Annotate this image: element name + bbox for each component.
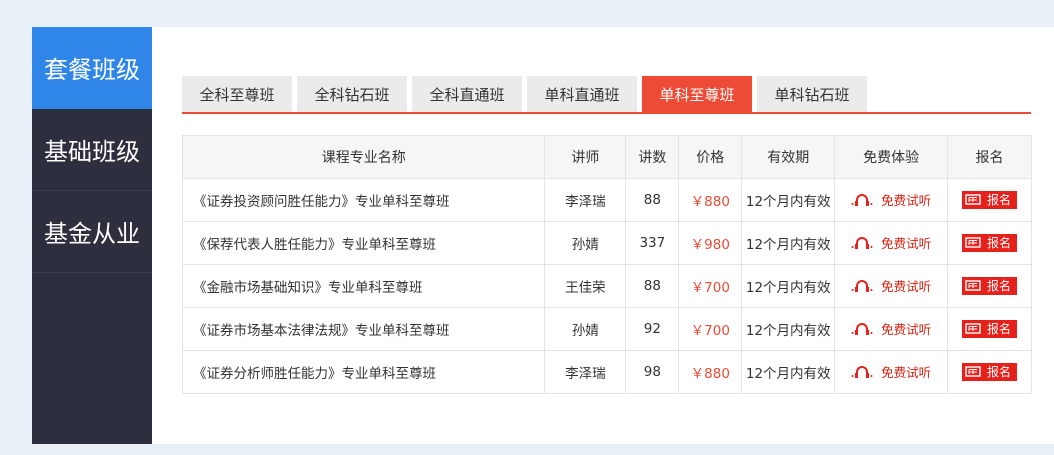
free-trial-button[interactable]: 免费试听	[851, 319, 931, 338]
free-trial-cell: 免费试听	[834, 264, 949, 308]
validity: 12个月内有效	[741, 178, 836, 222]
free-trial-cell: 免费试听	[834, 307, 949, 351]
teacher: 李泽瑞	[544, 178, 627, 222]
sidebar-item-package-classes[interactable]: 套餐班级	[32, 27, 152, 109]
lecture-count: 92	[625, 307, 680, 351]
headphones-icon	[851, 237, 873, 250]
course-name: 《保荐代表人胜任能力》专业单科至尊班	[181, 221, 546, 265]
tab-single-subject-supreme[interactable]: 单科至尊班	[642, 76, 752, 112]
signup-button[interactable]: 报名	[962, 276, 1018, 295]
headphones-icon	[851, 280, 873, 293]
tab-all-subjects-express[interactable]: 全科直通班	[412, 76, 522, 112]
signup-button[interactable]: 报名	[962, 233, 1018, 252]
table-row: 《金融市场基础知识》专业单科至尊班 王佳荣 88 ￥700 12个月内有效 免费…	[181, 264, 1032, 308]
free-trial-button[interactable]: 免费试听	[851, 276, 931, 295]
table-row: 《证券投资顾问胜任能力》专业单科至尊班 李泽瑞 88 ￥880 12个月内有效 …	[181, 178, 1032, 222]
main-panel: 全科至尊班 全科钻石班 全科直通班 单科直通班 单科至尊班 单科钻石班 课程专业…	[152, 27, 1054, 444]
free-trial-label: 免费试听	[881, 364, 932, 380]
free-trial-button[interactable]: 免费试听	[851, 362, 931, 381]
header-course-name: 课程专业名称	[181, 135, 546, 179]
course-name: 《金融市场基础知识》专业单科至尊班	[181, 264, 546, 308]
header-validity: 有效期	[741, 135, 836, 179]
sidebar: 套餐班级 基础班级 基金从业	[32, 27, 152, 444]
signup-label: 报名	[987, 193, 1012, 207]
teacher: 孙婧	[544, 221, 627, 265]
header-signup: 报名	[947, 135, 1032, 179]
free-trial-button[interactable]: 免费试听	[851, 190, 931, 209]
cart-icon	[965, 236, 981, 248]
table-row: 《保荐代表人胜任能力》专业单科至尊班 孙婧 337 ￥980 12个月内有效 免…	[181, 221, 1032, 265]
cart-icon	[965, 279, 981, 291]
headphones-icon	[851, 194, 873, 207]
course-name: 《证券分析师胜任能力》专业单科至尊班	[181, 350, 546, 394]
signup-label: 报名	[987, 236, 1012, 250]
cart-icon	[965, 365, 981, 377]
free-trial-label: 免费试听	[881, 192, 932, 208]
course-name: 《证券投资顾问胜任能力》专业单科至尊班	[181, 178, 546, 222]
headphones-icon	[851, 323, 873, 336]
header-free-trial: 免费体验	[834, 135, 949, 179]
tab-single-subject-diamond[interactable]: 单科钻石班	[757, 76, 867, 112]
lecture-count: 337	[625, 221, 680, 265]
signup-button[interactable]: 报名	[962, 190, 1018, 209]
table-row: 《证券分析师胜任能力》专业单科至尊班 李泽瑞 98 ￥880 12个月内有效 免…	[181, 350, 1032, 394]
teacher: 孙婧	[544, 307, 627, 351]
header-teacher: 讲师	[544, 135, 627, 179]
validity: 12个月内有效	[741, 307, 836, 351]
validity: 12个月内有效	[741, 221, 836, 265]
headphones-icon	[851, 366, 873, 379]
free-trial-cell: 免费试听	[834, 178, 949, 222]
tab-bar: 全科至尊班 全科钻石班 全科直通班 单科直通班 单科至尊班 单科钻石班	[182, 76, 1031, 114]
header-price: 价格	[678, 135, 743, 179]
price: ￥880	[678, 178, 743, 222]
free-trial-label: 免费试听	[881, 278, 932, 294]
table-header-row: 课程专业名称 讲师 讲数 价格 有效期 免费体验 报名	[181, 135, 1032, 179]
signup-cell: 报名	[947, 264, 1032, 308]
header-lectures: 讲数	[625, 135, 680, 179]
signup-label: 报名	[987, 279, 1012, 293]
free-trial-label: 免费试听	[881, 321, 932, 337]
teacher: 王佳荣	[544, 264, 627, 308]
free-trial-cell: 免费试听	[834, 221, 949, 265]
lecture-count: 88	[625, 264, 680, 308]
price: ￥700	[678, 264, 743, 308]
signup-button[interactable]: 报名	[962, 362, 1018, 381]
course-table: 课程专业名称 讲师 讲数 价格 有效期 免费体验 报名 《证券投资顾问胜任能力》…	[181, 135, 1032, 394]
lecture-count: 98	[625, 350, 680, 394]
free-trial-button[interactable]: 免费试听	[851, 233, 931, 252]
free-trial-label: 免费试听	[881, 235, 932, 251]
signup-label: 报名	[987, 322, 1012, 336]
signup-cell: 报名	[947, 221, 1032, 265]
signup-cell: 报名	[947, 178, 1032, 222]
cart-icon	[965, 193, 981, 205]
signup-label: 报名	[987, 365, 1012, 379]
validity: 12个月内有效	[741, 350, 836, 394]
signup-button[interactable]: 报名	[962, 319, 1018, 338]
price: ￥880	[678, 350, 743, 394]
cart-icon	[965, 322, 981, 334]
sidebar-item-fund-qualification[interactable]: 基金从业	[32, 191, 152, 273]
teacher: 李泽瑞	[544, 350, 627, 394]
lecture-count: 88	[625, 178, 680, 222]
sidebar-item-basic-classes[interactable]: 基础班级	[32, 109, 152, 191]
signup-cell: 报名	[947, 350, 1032, 394]
course-name: 《证券市场基本法律法规》专业单科至尊班	[181, 307, 546, 351]
table-row: 《证券市场基本法律法规》专业单科至尊班 孙婧 92 ￥700 12个月内有效 免…	[181, 307, 1032, 351]
price: ￥700	[678, 307, 743, 351]
signup-cell: 报名	[947, 307, 1032, 351]
free-trial-cell: 免费试听	[834, 350, 949, 394]
tab-all-subjects-supreme[interactable]: 全科至尊班	[182, 76, 292, 112]
tab-single-subject-express[interactable]: 单科直通班	[527, 76, 637, 112]
tab-all-subjects-diamond[interactable]: 全科钻石班	[297, 76, 407, 112]
price: ￥980	[678, 221, 743, 265]
validity: 12个月内有效	[741, 264, 836, 308]
